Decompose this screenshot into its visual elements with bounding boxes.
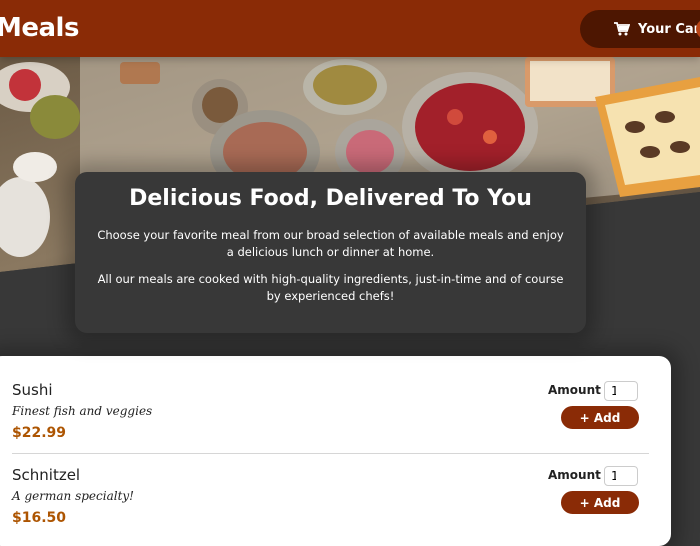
summary-paragraph-1: Choose your favorite meal from our broad… — [97, 228, 564, 259]
meal-item: Schnitzel A german specialty! $16.50 Amo… — [12, 466, 649, 546]
summary-panel: Delicious Food, Delivered To You Choose … — [75, 172, 586, 333]
your-cart-label: Your Cart — [638, 21, 700, 37]
meal-price: $22.99 — [12, 425, 67, 441]
meal-price: $16.50 — [12, 510, 67, 526]
amount-input[interactable] — [604, 466, 638, 486]
meal-description: A german specialty! — [12, 489, 134, 503]
amount-label: Amount — [548, 383, 601, 397]
add-to-cart-button[interactable]: + Add — [561, 406, 639, 429]
add-to-cart-button[interactable]: + Add — [561, 491, 639, 514]
meals-list-card: Sushi Finest fish and veggies $22.99 Amo… — [0, 356, 671, 546]
amount-input[interactable] — [604, 381, 638, 401]
cart-icon — [614, 22, 631, 36]
meal-description: Finest fish and veggies — [12, 404, 153, 418]
meal-name: Schnitzel — [12, 466, 81, 484]
meal-name: Sushi — [12, 381, 53, 399]
amount-label: Amount — [548, 468, 601, 482]
your-cart-button[interactable]: Your Cart — [580, 10, 700, 48]
meal-divider — [12, 453, 649, 454]
brand-title: Meals — [0, 13, 79, 43]
summary-paragraph-2: All our meals are cooked with high-quali… — [97, 272, 564, 303]
app-header: Meals Your Cart — [0, 0, 700, 57]
summary-title: Delicious Food, Delivered To You — [129, 186, 532, 211]
meal-item: Sushi Finest fish and veggies $22.99 Amo… — [12, 381, 649, 461]
